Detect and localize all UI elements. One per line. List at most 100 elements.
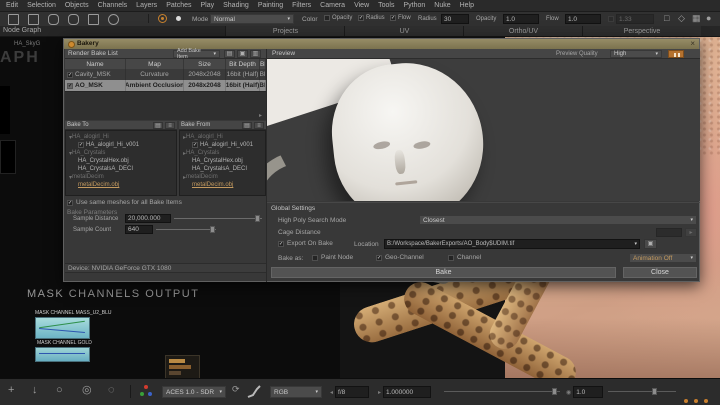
menu-item-filters[interactable]: Filters	[292, 2, 311, 9]
column-bit-depth[interactable]: Bit Depth	[226, 59, 260, 69]
fstop-input[interactable]: f/8	[335, 386, 369, 398]
location-input[interactable]: B:/Workspace/BakerExports/AO_Body$UDIM.t…	[384, 239, 640, 249]
tab-projects[interactable]: Projects	[225, 26, 345, 36]
bake-from-menu-button[interactable]: ≡	[254, 122, 264, 129]
radius-toggle[interactable]: ✓ Radius	[358, 15, 385, 21]
bake-button[interactable]: Bake	[271, 267, 616, 278]
menu-item-view[interactable]: View	[354, 2, 369, 9]
exposure-slider[interactable]	[444, 388, 560, 396]
circle-brush-icon[interactable]: ○	[56, 385, 63, 396]
sample-distance-input[interactable]: 20,000.000	[125, 214, 171, 223]
item-checkbox[interactable]: ✓	[192, 142, 198, 148]
table-row-selected[interactable]: ✓ AO_MSK Ambient Occlusion 2048x2048 16b…	[65, 80, 266, 91]
tab-uv[interactable]: UV	[344, 26, 464, 36]
copy-icon[interactable]	[88, 14, 99, 25]
export-on-bake-toggle[interactable]: ✓ Export On Bake	[278, 240, 333, 247]
menu-item-camera[interactable]: Camera	[320, 2, 345, 9]
grid-icon[interactable]: ▦	[692, 14, 701, 23]
flow-input[interactable]: 1.0	[565, 14, 601, 24]
radius-checkbox[interactable]: ✓	[358, 15, 364, 21]
menu-item-layers[interactable]: Layers	[136, 2, 157, 9]
tree-item[interactable]: HA_CrystalsA_DECI	[180, 165, 265, 173]
bake-to-add-button[interactable]: ▤	[153, 122, 163, 129]
tab-perspective[interactable]: Perspective	[582, 26, 701, 36]
slider-handle[interactable]	[210, 226, 215, 233]
tree-group[interactable]: ▸ HA_Crystals	[180, 149, 265, 157]
slider-handle[interactable]	[652, 388, 657, 395]
dialog-title-bar[interactable]: Bakery ×	[64, 39, 699, 49]
gain-slider[interactable]	[608, 388, 676, 396]
falloff-icon[interactable]: ◌	[108, 385, 115, 396]
animation-dropdown[interactable]: Animation Off▾	[629, 253, 697, 263]
gain-control[interactable]: ◉ 1.0	[566, 386, 603, 398]
channel-checkbox[interactable]	[448, 255, 454, 261]
slider-track[interactable]	[174, 218, 262, 219]
color-sampler-icon[interactable]	[140, 385, 153, 398]
menu-item-python[interactable]: Python	[403, 2, 425, 9]
menu-item-nuke[interactable]: Nuke	[434, 2, 450, 9]
menu-item-edit[interactable]: Edit	[6, 2, 18, 9]
geo-channel-checkbox[interactable]: ✓	[376, 255, 382, 261]
tree-item[interactable]: ✓HA_alogirl_Hi_v001	[66, 141, 176, 149]
flow-checkbox[interactable]: ✓	[390, 15, 396, 21]
tree-group[interactable]: ▾ metalDecim	[66, 173, 176, 181]
tree-group[interactable]: ▸ HA_alogirl_Hi	[180, 133, 265, 141]
table-row[interactable]: ✓ Cavity_MSK Curvature 2048x2048 16bit (…	[65, 69, 266, 80]
close-button[interactable]: Close	[623, 267, 697, 278]
opacity-toggle[interactable]: Opacity	[324, 15, 352, 21]
new-icon[interactable]	[8, 14, 19, 25]
bake-list-empty-area[interactable]: ▸	[65, 91, 266, 120]
sample-count-input[interactable]: 640	[125, 225, 153, 234]
use-same-meshes-toggle[interactable]: ✓ Use same meshes for all Bake Items	[67, 199, 182, 206]
sample-distance-slider[interactable]	[174, 215, 262, 222]
export-on-bake-checkbox[interactable]: ✓	[278, 241, 284, 247]
pull-icon[interactable]: ↓	[32, 385, 38, 396]
curve-icon[interactable]	[246, 384, 262, 400]
increment-icon[interactable]: ▸	[378, 389, 381, 396]
use-same-meshes-checkbox[interactable]: ✓	[67, 200, 73, 206]
tree-group[interactable]: ▸ metalDecim	[180, 173, 265, 181]
bake-to-tree[interactable]: ▾ HA_alogirl_Hi ✓HA_alogirl_Hi_v001 ▾ HA…	[65, 130, 177, 196]
decrement-icon[interactable]: ◂	[330, 389, 333, 396]
slider-handle[interactable]	[552, 388, 557, 395]
disabled-checkbox[interactable]	[608, 16, 614, 22]
menu-item-patches[interactable]: Patches	[166, 2, 191, 9]
prism-icon[interactable]: ◇	[678, 14, 685, 23]
paint-target-icon[interactable]	[158, 14, 167, 23]
bake-to-menu-button[interactable]: ≡	[165, 122, 175, 129]
tree-group[interactable]: ▾ HA_alogirl_Hi	[66, 133, 176, 141]
colorspace-dropdown[interactable]: ACES 1.0 - SDR▾	[162, 386, 226, 398]
menu-item-painting[interactable]: Painting	[258, 2, 283, 9]
column-name[interactable]: Name	[65, 59, 126, 69]
home-icon[interactable]	[108, 14, 119, 25]
slider-track[interactable]	[156, 229, 216, 230]
tree-item[interactable]: ✓HA_alogirl_Hi_v001	[180, 141, 265, 149]
node-properties-popup[interactable]	[165, 355, 200, 380]
column-map[interactable]: Map	[126, 59, 184, 69]
menu-item-tools[interactable]: Tools	[378, 2, 394, 9]
delete-item-button[interactable]: ▥	[250, 50, 261, 58]
browse-folder-button[interactable]: ▣	[644, 239, 657, 249]
move-icon[interactable]: +	[8, 385, 14, 396]
paint-node-checkbox[interactable]	[312, 255, 318, 261]
fstop-control[interactable]: ◂ f/8	[330, 386, 369, 398]
opacity-checkbox[interactable]	[324, 15, 330, 21]
opacity-input[interactable]: 1.0	[503, 14, 539, 24]
menu-item-selection[interactable]: Selection	[27, 2, 56, 9]
gyro-icon[interactable]: ◎	[82, 385, 92, 396]
scroll-arrow-icon[interactable]: ▸	[259, 112, 262, 119]
slider-track[interactable]	[608, 391, 676, 392]
menu-item-channels[interactable]: Channels	[98, 2, 128, 9]
preview-viewport[interactable]	[267, 59, 700, 201]
mode-dropdown[interactable]: Normal▾	[210, 14, 294, 24]
brush-icon[interactable]	[68, 14, 79, 25]
sample-count-slider[interactable]	[156, 226, 216, 233]
menu-item-help[interactable]: Help	[460, 2, 474, 9]
column-size[interactable]: Size	[184, 59, 226, 69]
exposure-input[interactable]: 1.000000	[383, 386, 431, 398]
gain-input[interactable]: 1.0	[573, 386, 603, 398]
menu-item-objects[interactable]: Objects	[65, 2, 89, 9]
menu-item-shading[interactable]: Shading	[223, 2, 249, 9]
reset-icon[interactable]: ⟳	[232, 385, 240, 394]
tree-item[interactable]: metalDecim.obj	[66, 181, 176, 189]
